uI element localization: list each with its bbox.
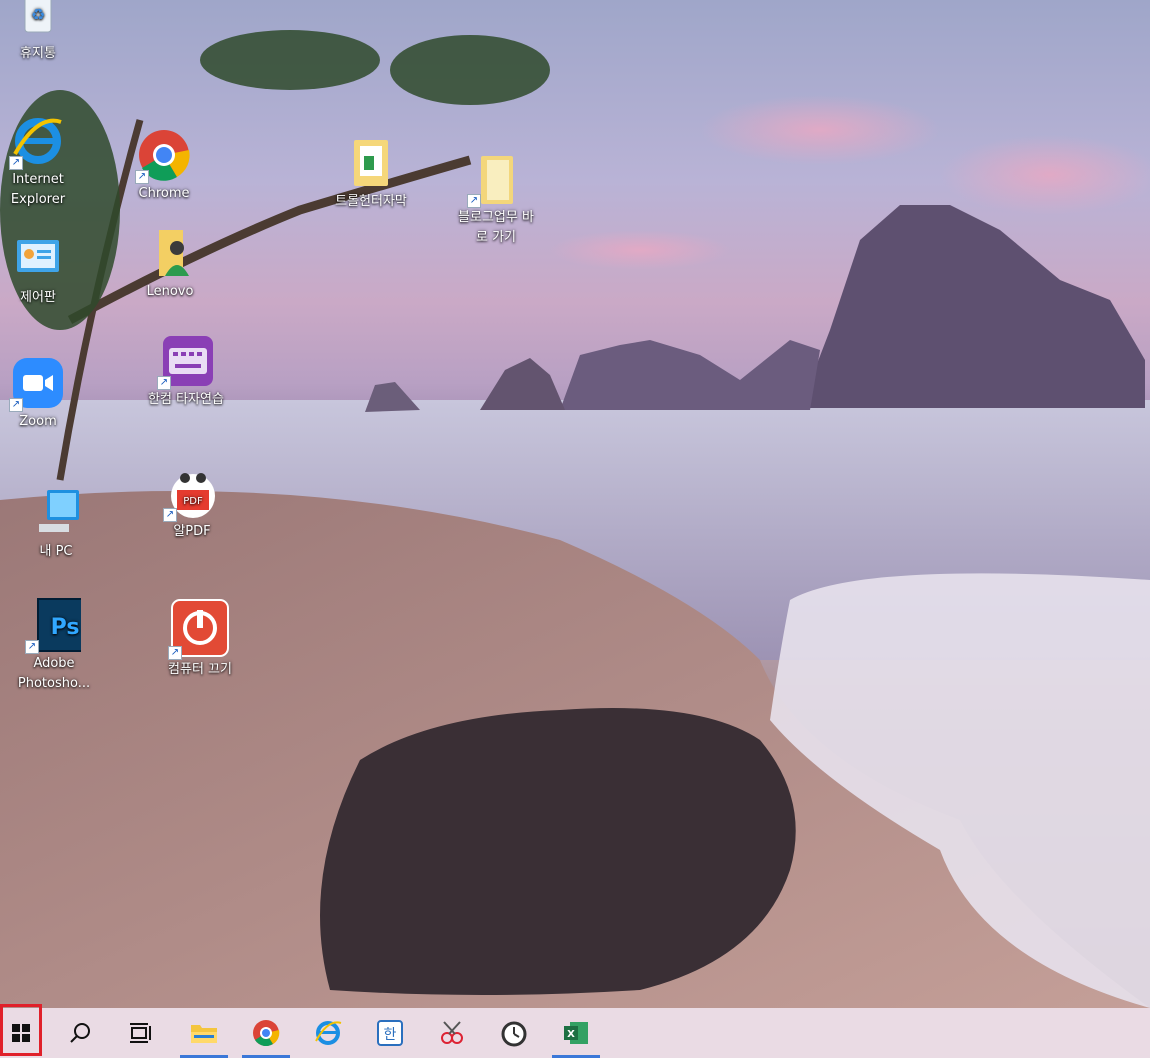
power-icon: ↗: [168, 598, 230, 660]
user-folder-icon: [143, 226, 197, 280]
desktop-icon-label: Chrome: [138, 186, 190, 201]
desktop-icon-photoshop[interactable]: Ps ↗ Adobe Photosho...: [16, 598, 93, 694]
desktop-icon-label: Zoom: [19, 414, 57, 429]
shortcut-arrow-icon: ↗: [9, 398, 23, 412]
pdf-icon: PDF ↗: [163, 466, 219, 522]
snipping-tool-icon: [441, 1021, 463, 1044]
svg-text:PDF: PDF: [183, 496, 203, 507]
taskbar-internet-explorer[interactable]: [300, 1008, 356, 1058]
desktop-icon-recycle-bin[interactable]: ♻ 휴지통: [0, 0, 76, 64]
taskbar-clock[interactable]: [486, 1008, 542, 1058]
desktop-icon-folder-blog[interactable]: ↗ 블로그업무 바로 가기: [456, 152, 536, 248]
taskbar-snipping-tool[interactable]: [424, 1008, 480, 1058]
keyboard-icon: ↗: [157, 334, 213, 390]
desktop-icon-hancom-typing[interactable]: ↗ 한컴 타자연습: [148, 334, 224, 410]
desktop-icon-this-pc[interactable]: 내 PC: [18, 486, 94, 562]
internet-explorer-icon: ↗: [9, 114, 65, 170]
chrome-icon: [253, 1020, 280, 1047]
desktop-icon-label: Adobe Photosho...: [17, 656, 91, 691]
photoshop-icon: Ps ↗: [25, 598, 93, 654]
task-view-icon: [130, 1023, 151, 1043]
task-view-button[interactable]: [112, 1008, 168, 1058]
taskbar-file-explorer[interactable]: [176, 1008, 232, 1058]
shortcut-arrow-icon: ↗: [157, 376, 171, 390]
desktop: ♻ 휴지통 ↗ Internet Explorer ↗ Chrome 트롤헌터자…: [0, 0, 1150, 1008]
desktop-icon-label: 한컴 타자연습: [148, 392, 224, 407]
desktop-icon-folder-trolley[interactable]: 트롤헌터자막: [328, 136, 414, 212]
desktop-icon-alpdf[interactable]: PDF ↗ 알PDF: [154, 466, 230, 542]
svg-text:X: X: [567, 1029, 575, 1040]
desktop-icon-control-panel[interactable]: 제어판: [0, 232, 76, 308]
svg-text:Ps: Ps: [51, 615, 80, 640]
recycle-bin-icon: ♻: [11, 0, 65, 42]
desktop-icon-label: 휴지통: [20, 46, 56, 61]
shortcut-arrow-icon: ↗: [135, 170, 149, 184]
search-icon: [70, 1023, 90, 1043]
start-button-highlight: [0, 1004, 42, 1056]
shortcut-arrow-icon: ↗: [9, 156, 23, 170]
folder-icon: [191, 1025, 217, 1043]
desktop-icon-internet-explorer[interactable]: ↗ Internet Explorer: [0, 114, 76, 210]
taskbar: 한 X: [0, 1008, 1150, 1058]
desktop-icon-lenovo[interactable]: Lenovo: [132, 226, 208, 302]
hwp-icon: 한: [377, 1020, 403, 1046]
folder-icon: [344, 136, 398, 190]
svg-text:한: 한: [384, 1027, 397, 1043]
desktop-icon-label: 컴퓨터 끄기: [168, 662, 232, 677]
chrome-icon: ↗: [135, 128, 191, 184]
folder-icon: ↗: [467, 152, 523, 208]
excel-icon: X: [564, 1022, 588, 1044]
desktop-icon-label: 트롤헌터자막: [335, 194, 407, 209]
shortcut-arrow-icon: ↗: [467, 194, 481, 208]
desktop-icon-label: Lenovo: [146, 284, 194, 299]
computer-icon: [29, 486, 83, 540]
shortcut-arrow-icon: ↗: [168, 646, 182, 660]
desktop-icon-shutdown[interactable]: ↗ 컴퓨터 끄기: [152, 598, 248, 680]
taskbar-excel[interactable]: X: [548, 1008, 604, 1058]
shortcut-arrow-icon: ↗: [163, 508, 177, 522]
desktop-icon-zoom[interactable]: ↗ Zoom: [0, 356, 76, 432]
taskbar-hwp[interactable]: 한: [362, 1008, 418, 1058]
desktop-icon-label: 제어판: [20, 290, 56, 305]
shortcut-arrow-icon: ↗: [25, 640, 39, 654]
desktop-icon-label: 블로그업무 바로 가기: [458, 210, 534, 245]
svg-text:♻: ♻: [31, 5, 45, 24]
taskbar-chrome[interactable]: [238, 1008, 294, 1058]
ie-icon: [315, 1021, 342, 1045]
zoom-icon: ↗: [9, 356, 65, 412]
search-button[interactable]: [52, 1008, 108, 1058]
control-panel-icon: [11, 232, 65, 286]
desktop-icon-label: Internet Explorer: [10, 172, 66, 207]
desktop-icon-label: 내 PC: [39, 544, 73, 559]
desktop-icon-label: 알PDF: [173, 524, 211, 539]
clock-icon: [501, 1021, 527, 1047]
desktop-icon-chrome[interactable]: ↗ Chrome: [126, 128, 202, 204]
